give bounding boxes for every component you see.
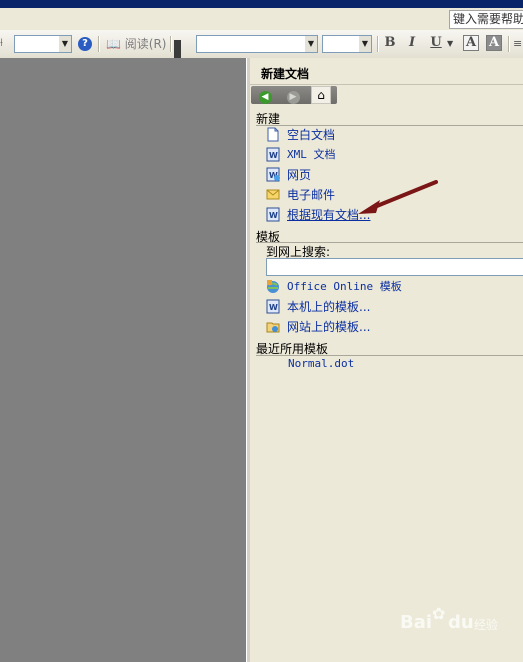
bold-button[interactable]: B	[382, 35, 398, 51]
toolbar-separator	[170, 36, 172, 52]
local-template-icon: W	[266, 299, 280, 314]
title-bar	[0, 0, 523, 8]
chevron-down-icon: ▼	[59, 36, 71, 52]
annotation-arrow	[358, 180, 438, 214]
forward-button[interactable]: ▶	[283, 87, 303, 104]
align-icon[interactable]: ≡	[513, 37, 522, 55]
style-combo[interactable]: ▼	[14, 35, 72, 53]
forward-arrow-icon: ▶	[286, 91, 300, 104]
blank-doc-icon	[267, 127, 279, 142]
local-templates-label: 本机上的模板...	[287, 300, 371, 314]
home-button[interactable]: ⌂	[311, 86, 331, 104]
section-divider	[256, 355, 523, 356]
font-color-button[interactable]: A	[463, 35, 479, 51]
template-search-input[interactable]	[266, 258, 523, 276]
underline-dropdown-icon[interactable]: ▼	[447, 39, 453, 57]
toolbar-grip[interactable]	[174, 40, 181, 58]
toolbar-separator	[377, 36, 379, 52]
website-templates-label: 网站上的模板...	[287, 320, 371, 334]
back-arrow-icon: ◀	[258, 91, 272, 104]
menu-bar: 键入需要帮助	[0, 8, 523, 30]
highlight-button[interactable]: A	[486, 35, 502, 51]
toolbar-overflow-icon[interactable]: ⟊	[0, 36, 10, 54]
home-icon: ⌂	[317, 88, 325, 102]
toolbar-separator	[98, 36, 100, 52]
help-icon[interactable]: ?	[78, 37, 92, 51]
watermark-logo-2: du	[448, 612, 474, 633]
existing-doc-icon: W	[266, 207, 280, 222]
svg-text:W: W	[269, 303, 278, 312]
underline-button[interactable]: U	[428, 35, 444, 51]
italic-button[interactable]: I	[404, 35, 420, 51]
new-web-page-label: 网页	[287, 168, 312, 182]
read-button-label: 阅读(R)	[124, 37, 167, 51]
watermark-sub: 经验	[474, 618, 499, 632]
toolbar-separator	[508, 36, 510, 52]
font-size-combo[interactable]: ▼	[322, 35, 372, 53]
chevron-down-icon: ▼	[359, 36, 371, 52]
read-button[interactable]: 📖 阅读(R)	[106, 35, 166, 53]
back-button[interactable]: ◀	[255, 87, 275, 104]
new-xml-document-label: XML 文档	[287, 148, 336, 161]
recent-template-link[interactable]: Normal.dot	[288, 357, 354, 370]
book-icon: 📖	[106, 37, 121, 51]
help-search-input[interactable]: 键入需要帮助	[449, 10, 523, 29]
new-blank-document-label: 空白文档	[287, 128, 336, 142]
new-email-label: 电子邮件	[287, 188, 336, 202]
baidu-watermark: Bai ✿ du 经验	[398, 604, 508, 644]
task-pane-nav: ◀ ▶ ⌂	[251, 86, 337, 104]
paw-icon: ✿	[432, 604, 446, 623]
watermark-logo: Bai	[400, 612, 433, 633]
website-template-icon	[266, 322, 280, 333]
chevron-down-icon: ▼	[305, 36, 317, 52]
web-page-icon: W	[266, 167, 280, 182]
task-pane: 新建文档 ◀ ▶ ⌂ 新建 空白文档 W XML 文档 W 网页 电子邮件 W …	[250, 58, 523, 662]
formatting-toolbar: ⟊ ▼ ? 📖 阅读(R) ▼ ▼ B I U ▼ A A ≡	[0, 30, 523, 59]
xml-doc-icon: W	[266, 147, 280, 162]
document-area[interactable]	[0, 58, 246, 662]
office-online-icon	[267, 280, 279, 293]
task-pane-header: 新建文档	[250, 58, 523, 85]
svg-text:W: W	[269, 151, 278, 160]
office-online-templates-label: Office Online 模板	[287, 280, 402, 293]
font-combo[interactable]: ▼	[196, 35, 318, 53]
svg-text:W: W	[269, 211, 278, 220]
email-icon	[266, 189, 280, 200]
task-pane-title: 新建文档	[261, 67, 310, 81]
